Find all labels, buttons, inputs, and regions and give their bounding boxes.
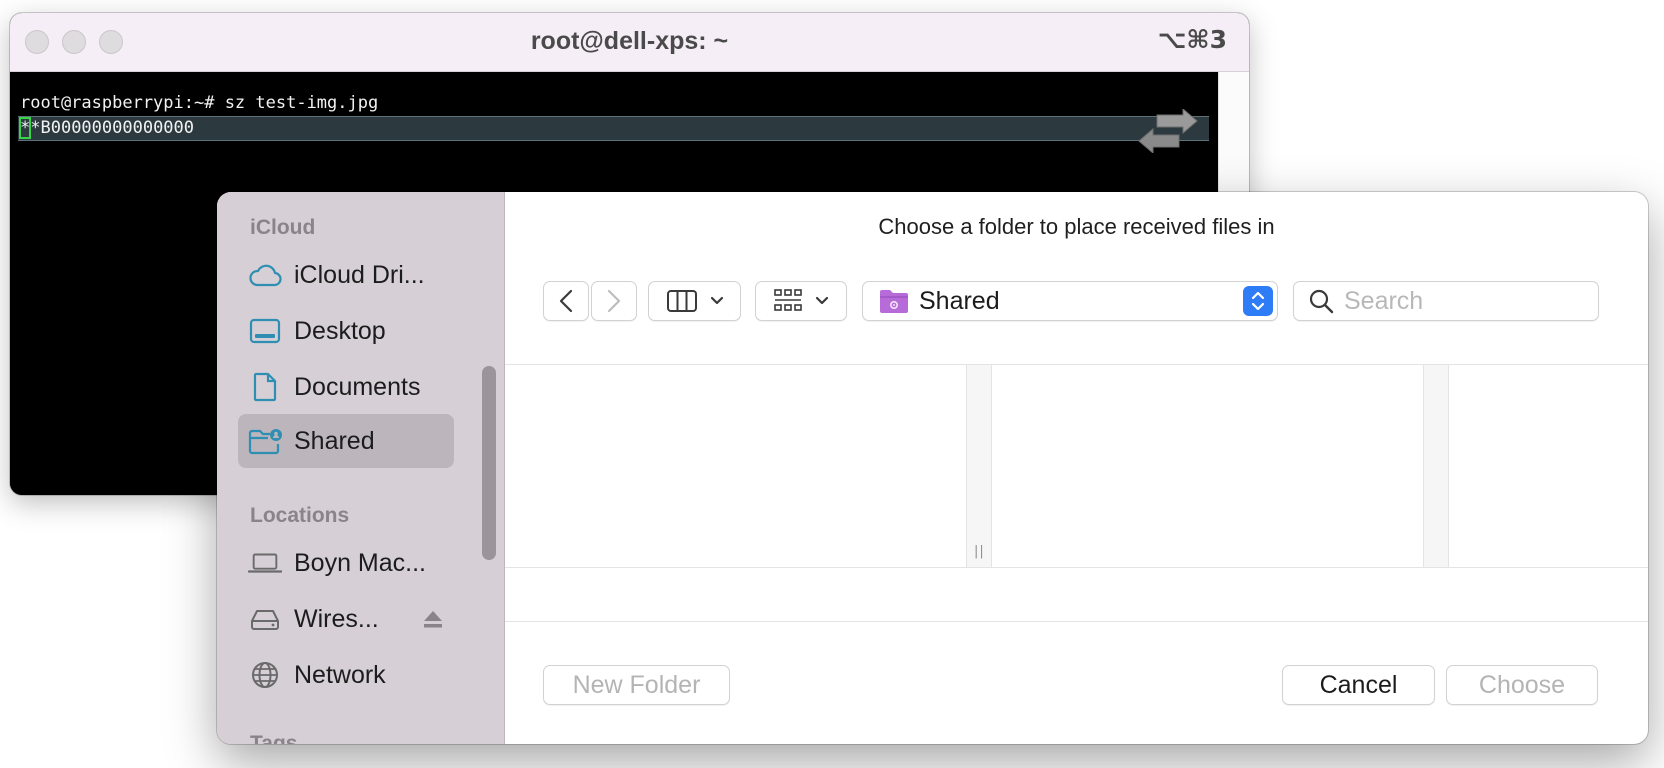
shared-folder-icon <box>880 290 908 313</box>
divider <box>505 621 1648 622</box>
column-browser[interactable]: || <box>505 364 1648 568</box>
terminal-line-text: *B00000000000000 <box>30 118 195 138</box>
view-mode-button[interactable] <box>648 281 741 321</box>
choose-button[interactable]: Choose <box>1446 665 1598 705</box>
shared-folder-icon <box>248 424 282 458</box>
transfer-arrows-icon <box>1138 109 1198 153</box>
sidebar-item-label: Wires... <box>294 604 379 633</box>
sidebar-item-wireless-drive[interactable]: Wires... <box>238 592 454 646</box>
sidebar-scrollbar[interactable] <box>482 366 496 560</box>
forward-button[interactable] <box>591 281 637 321</box>
search-input[interactable]: Search <box>1293 281 1599 321</box>
terminal-line-highlighted: **B00000000000000 <box>18 109 1209 153</box>
sidebar-section-locations: Locations <box>250 504 350 527</box>
document-icon <box>248 370 282 404</box>
sidebar-item-label: iCloud Dri... <box>294 260 425 289</box>
cancel-button[interactable]: Cancel <box>1282 665 1435 705</box>
chevron-left-icon <box>559 289 573 313</box>
chevron-down-icon <box>815 296 829 305</box>
sidebar-item-documents[interactable]: Documents <box>238 360 454 414</box>
up-down-chevron-icon <box>1251 291 1265 311</box>
terminal-cursor: * <box>18 117 32 139</box>
grip-icon: || <box>974 544 985 559</box>
chevron-right-icon <box>607 289 621 313</box>
group-by-button[interactable] <box>755 281 847 321</box>
choose-folder-dialog[interactable]: iCloud iCloud Dri... Desktop Documents S… <box>217 192 1648 744</box>
search-placeholder: Search <box>1344 286 1424 315</box>
location-popup-stepper <box>1243 286 1273 316</box>
laptop-icon <box>248 546 282 580</box>
sidebar-item-icloud-drive[interactable]: iCloud Dri... <box>238 248 454 302</box>
eject-icon[interactable] <box>422 592 444 646</box>
window-shortcut-label: ⌥⌘3 <box>1157 25 1227 54</box>
drive-icon <box>248 602 282 636</box>
back-button[interactable] <box>543 281 589 321</box>
sidebar-item-label: Boyn Mac... <box>294 548 426 577</box>
sidebar: iCloud iCloud Dri... Desktop Documents S… <box>217 192 505 744</box>
grid-group-icon <box>774 289 802 311</box>
sidebar-item-shared[interactable]: Shared <box>238 414 454 468</box>
sidebar-item-label: Network <box>294 660 386 689</box>
location-popup[interactable]: Shared <box>862 281 1278 321</box>
location-popup-label: Shared <box>919 286 1000 315</box>
desktop-icon <box>248 314 282 348</box>
dialog-content: Choose a folder to place received files … <box>505 192 1648 744</box>
column-resize-handle[interactable]: || <box>966 365 992 567</box>
column-resize-handle[interactable] <box>1423 365 1449 567</box>
sidebar-item-label: Documents <box>294 372 421 401</box>
new-folder-button[interactable]: New Folder <box>543 665 730 705</box>
globe-icon <box>248 658 282 692</box>
sidebar-item-desktop[interactable]: Desktop <box>238 304 454 358</box>
terminal-line: root@raspberrypi:~# sz test-img.jpg <box>20 93 379 113</box>
sidebar-item-network[interactable]: Network <box>238 648 454 702</box>
sidebar-item-label: Shared <box>294 426 375 455</box>
terminal-titlebar[interactable]: root@dell-xps: ~ ⌥⌘3 <box>10 13 1249 72</box>
sidebar-item-mac[interactable]: Boyn Mac... <box>238 536 454 590</box>
terminal-title: root@dell-xps: ~ <box>530 27 729 55</box>
column-view-icon <box>666 290 697 312</box>
dialog-title: Choose a folder to place received files … <box>878 214 1275 239</box>
sidebar-section-icloud: iCloud <box>250 216 316 239</box>
sidebar-section-tags: Tags <box>250 732 298 744</box>
cloud-icon <box>248 258 282 292</box>
sidebar-item-label: Desktop <box>294 316 386 345</box>
chevron-down-icon <box>710 296 723 305</box>
search-icon <box>1309 289 1334 314</box>
